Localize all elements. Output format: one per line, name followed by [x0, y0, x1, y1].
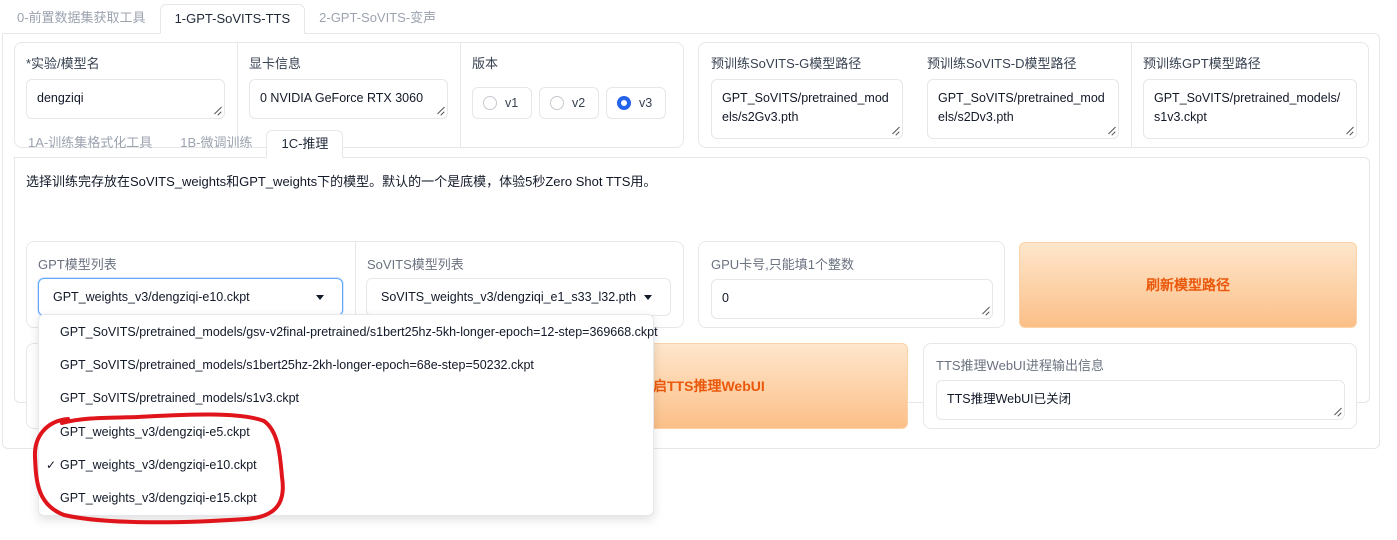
- gpt-model-dropdown[interactable]: GPT_weights_v3/dengziqi-e10.ckpt: [38, 278, 343, 316]
- sovits-model-list-label: SoVITS模型列表: [367, 257, 464, 272]
- sub-tab-bar: 1A-训练集格式化工具 1B-微调训练 1C-推理: [14, 130, 344, 158]
- tts-output-panel: TTS推理WebUI进程输出信息 TTS推理WebUI已关闭: [923, 343, 1357, 429]
- chevron-down-icon: [316, 295, 324, 300]
- pretrained-paths-panel: 预训练SoVITS-G模型路径 GPT_SoVITS/pretrained_mo…: [698, 42, 1369, 148]
- gpu-index-input[interactable]: 0: [711, 279, 993, 319]
- radio-circle-icon: [550, 96, 564, 110]
- tab-inference[interactable]: 1C-推理: [266, 130, 344, 158]
- dropdown-option[interactable]: GPT_weights_v3/dengziqi-e5.ckpt: [39, 416, 653, 449]
- pretrained-sovits-g-input[interactable]: GPT_SoVITS/pretrained_models/s2Gv3.pth: [711, 79, 903, 139]
- version-radio-v1[interactable]: v1: [472, 87, 532, 119]
- sovits-model-dropdown[interactable]: SoVITS_weights_v3/dengziqi_e1_s33_l32.pt…: [366, 278, 671, 316]
- resize-handle-icon[interactable]: [1344, 126, 1353, 135]
- experiment-name-input[interactable]: dengziqi: [26, 79, 225, 119]
- pretrained-gpt-label: 预训练GPT模型路径: [1143, 56, 1261, 71]
- dropdown-option[interactable]: GPT_SoVITS/pretrained_models/gsv-v2final…: [39, 316, 658, 349]
- tab-dataset-tools[interactable]: 0-前置数据集获取工具: [0, 4, 160, 34]
- version-label: 版本: [472, 56, 499, 71]
- resize-handle-icon[interactable]: [890, 126, 899, 135]
- resize-handle-icon[interactable]: [1332, 407, 1341, 416]
- experiment-name-label: *实验/模型名: [26, 56, 100, 71]
- pretrained-sovits-g-label: 预训练SoVITS-G模型路径: [711, 56, 862, 71]
- resize-handle-icon[interactable]: [1106, 126, 1115, 135]
- radio-circle-icon: [483, 96, 497, 110]
- resize-handle-icon[interactable]: [435, 106, 444, 115]
- tab-finetune[interactable]: 1B-微调训练: [166, 130, 266, 158]
- gpu-info-input[interactable]: 0 NVIDIA GeForce RTX 3060: [249, 79, 448, 119]
- tab-voice-change[interactable]: 2-GPT-SoVITS-变声: [305, 4, 450, 34]
- tts-output-text[interactable]: TTS推理WebUI已关闭: [936, 380, 1345, 420]
- resize-handle-icon[interactable]: [212, 106, 221, 115]
- resize-handle-icon[interactable]: [980, 306, 989, 315]
- radio-selected-icon: [617, 96, 631, 110]
- dropdown-option-selected[interactable]: ✓ GPT_weights_v3/dengziqi-e10.ckpt: [39, 449, 653, 482]
- dropdown-option[interactable]: GPT_SoVITS/pretrained_models/s1bert25hz-…: [39, 349, 653, 382]
- refresh-models-button[interactable]: 刷新模型路径: [1019, 242, 1357, 328]
- gpt-model-dropdown-menu: GPT_SoVITS/pretrained_models/gsv-v2final…: [38, 314, 658, 516]
- pretrained-sovits-d-label: 预训练SoVITS-D模型路径: [927, 56, 1077, 71]
- dropdown-option[interactable]: GPT_weights_v3/dengziqi-e15.ckpt: [39, 482, 653, 515]
- pretrained-gpt-input[interactable]: GPT_SoVITS/pretrained_models/s1v3.ckpt: [1143, 79, 1357, 139]
- gpu-info-label: 显卡信息: [249, 56, 302, 71]
- tab-gpt-sovits-tts[interactable]: 1-GPT-SoVITS-TTS: [159, 4, 306, 34]
- version-radio-v2[interactable]: v2: [539, 87, 599, 119]
- gpt-model-list-label: GPT模型列表: [38, 257, 117, 272]
- tts-output-label: TTS推理WebUI进程输出信息: [936, 358, 1105, 373]
- inference-description: 选择训练完存放在SoVITS_weights和GPT_weights下的模型。默…: [26, 174, 657, 189]
- chevron-down-icon: [644, 295, 652, 300]
- tab-dataset-format[interactable]: 1A-训练集格式化工具: [14, 130, 166, 158]
- version-radio-v3[interactable]: v3: [606, 87, 666, 119]
- gpu-index-panel: GPU卡号,只能填1个整数 0: [698, 241, 1005, 328]
- pretrained-sovits-d-input[interactable]: GPT_SoVITS/pretrained_models/s2Dv3.pth: [927, 79, 1119, 139]
- checkmark-icon: ✓: [46, 458, 57, 472]
- dropdown-option[interactable]: GPT_SoVITS/pretrained_models/s1v3.ckpt: [39, 382, 653, 415]
- gpu-index-label: GPU卡号,只能填1个整数: [711, 257, 855, 272]
- top-tab-bar: 0-前置数据集获取工具 1-GPT-SoVITS-TTS 2-GPT-SoVIT…: [0, 4, 450, 34]
